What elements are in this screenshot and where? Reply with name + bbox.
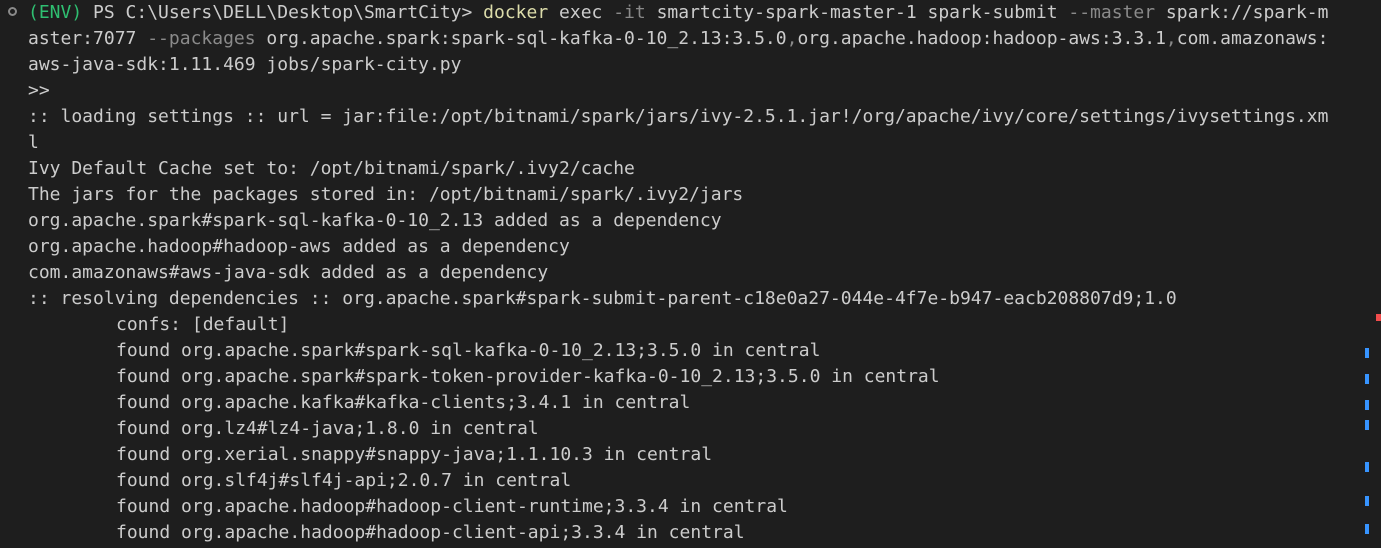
command-flag: -it — [613, 2, 646, 23]
scrollbar-info-mark[interactable] — [1365, 462, 1369, 472]
scrollbar-info-mark[interactable] — [1365, 420, 1369, 430]
output-line: Ivy Default Cache set to: /opt/bitnami/s… — [28, 158, 635, 179]
scrollbar-info-mark[interactable] — [1365, 348, 1369, 358]
output-line: :: loading settings :: url = jar:file:/o… — [28, 106, 1329, 127]
command-arg: spark://spark-m — [1155, 2, 1329, 23]
output-line: l — [28, 132, 39, 153]
command-flag: --master — [1068, 2, 1156, 23]
output-line: org.apache.spark#spark-sql-kafka-0-10_2.… — [28, 210, 722, 231]
prompt-path: PS C:\Users\DELL\Desktop\SmartCity> — [82, 2, 484, 23]
output-line-indented: found org.apache.spark#spark-token-provi… — [116, 366, 940, 387]
output-line-indented: found org.apache.hadoop#hadoop-client-ap… — [116, 522, 745, 543]
scrollbar-info-mark[interactable] — [1365, 374, 1369, 384]
command-arg: com.amazonaws: — [1176, 28, 1329, 49]
output-line: org.apache.hadoop#hadoop-aws added as a … — [28, 236, 570, 257]
output-line-indented: found org.slf4j#slf4j-api;2.0.7 in centr… — [116, 470, 572, 491]
command-name: docker — [483, 2, 549, 23]
scrollbar-info-mark[interactable] — [1365, 524, 1369, 534]
terminal-panel[interactable]: (ENV) PS C:\Users\DELL\Desktop\SmartCity… — [0, 0, 1381, 548]
command-arg: exec — [548, 2, 614, 23]
command-arg: smartcity-spark-master-1 spark-submit — [645, 2, 1069, 23]
command-wrap-line: aster:7077 --packages org.apache.spark:s… — [28, 26, 1358, 52]
command-separator: , — [1165, 28, 1177, 49]
scrollbar-info-mark[interactable] — [1365, 400, 1369, 410]
output-line-indented: found org.apache.spark#spark-sql-kafka-0… — [116, 340, 821, 361]
scrollbar-info-mark[interactable] — [1365, 496, 1369, 506]
prompt-line: (ENV) PS C:\Users\DELL\Desktop\SmartCity… — [28, 0, 1358, 26]
env-indicator: (ENV) — [28, 2, 83, 23]
scrollbar-error-mark[interactable] — [1376, 314, 1381, 321]
command-flag: --packages — [147, 28, 256, 49]
output-line-indented: found org.apache.kafka#kafka-clients;3.4… — [116, 392, 691, 413]
command-separator: , — [786, 28, 798, 49]
output-line: The jars for the packages stored in: /op… — [28, 184, 744, 205]
terminal-output: (ENV) PS C:\Users\DELL\Desktop\SmartCity… — [28, 0, 1358, 546]
output-line-indented: found org.lz4#lz4-java;1.8.0 in central — [116, 418, 539, 439]
command-arg: org.apache.hadoop:hadoop-aws:3.3.1 — [797, 28, 1166, 49]
output-line: >> — [28, 80, 50, 101]
output-line-indented: found org.xerial.snappy#snappy-java;1.1.… — [116, 444, 713, 465]
output-line: com.amazonaws#aws-java-sdk added as a de… — [28, 262, 549, 283]
output-line-indented: confs: [default] — [116, 314, 290, 335]
command-decoration-icon[interactable] — [8, 7, 17, 16]
command-arg: aster:7077 — [28, 28, 148, 49]
command-arg: org.apache.spark:spark-sql-kafka-0-10_2.… — [255, 28, 787, 49]
output-line: :: resolving dependencies :: org.apache.… — [28, 288, 1177, 309]
output-line-indented: found org.apache.hadoop#hadoop-client-ru… — [116, 496, 788, 517]
command-wrap-line: aws-java-sdk:1.11.469 jobs/spark-city.py — [28, 54, 462, 75]
